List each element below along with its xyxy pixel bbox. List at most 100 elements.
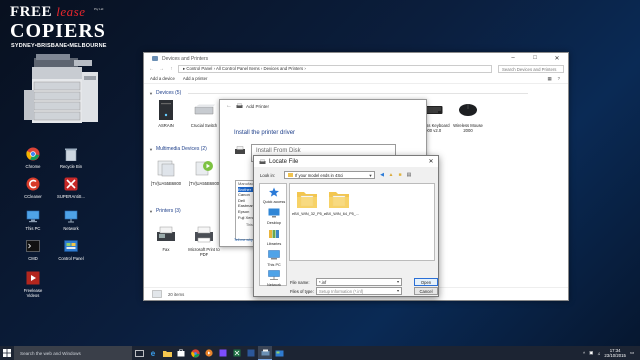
look-in-value: If your model ends in 4Sci	[295, 172, 344, 178]
multimedia-item[interactable]: [TV]UA55B6800	[148, 157, 184, 186]
files-of-type-select[interactable]: Setup Information (*.inf) ▼	[316, 287, 402, 295]
desktop-icon-freelease-videos[interactable]: Freelease Videos	[18, 270, 48, 298]
mouse-icon	[456, 99, 480, 121]
place-network[interactable]: Network	[260, 270, 288, 287]
view-menu-icon[interactable]: ▤	[406, 171, 412, 178]
back-arrow-icon[interactable]: ←	[148, 66, 155, 72]
windows-logo-icon	[3, 349, 11, 357]
chrome-icon	[25, 146, 41, 162]
desktop-icon-network[interactable]: Network	[56, 208, 86, 231]
search-input[interactable]: Search Devices and Printers	[498, 65, 564, 73]
superantispyware-icon	[63, 176, 79, 192]
window-titlebar[interactable]: Devices and Printers – □ ✕	[144, 53, 568, 64]
desktop-icon-label: CCleaner	[24, 194, 42, 199]
device-item[interactable]: Crucial Switch	[186, 99, 222, 128]
open-button[interactable]: Open	[414, 278, 438, 286]
edge-icon: e	[150, 348, 156, 358]
add-device-button[interactable]: Add a device	[150, 76, 175, 81]
up-folder-icon[interactable]: ▲	[388, 171, 394, 178]
place-libraries[interactable]: Libraries	[260, 229, 288, 246]
place-quick-access[interactable]: Quick access	[260, 187, 288, 204]
new-folder-icon[interactable]: ■	[397, 171, 403, 178]
locate-file-titlebar[interactable]: Locate File ✕	[254, 156, 438, 167]
folder-label: eBX_WIN_64_P5_...	[324, 211, 360, 216]
desktop-icon-chrome[interactable]: Chrome	[18, 146, 48, 169]
start-button[interactable]	[0, 346, 14, 360]
network-tray-icon[interactable]: ▣	[589, 350, 593, 356]
breadcrumb[interactable]: ▸ Control Panel › All Control Panel Item…	[178, 65, 492, 73]
devices-section-header[interactable]: ▼ Devices (5)	[149, 90, 529, 96]
up-arrow-icon[interactable]: ↑	[168, 66, 175, 72]
task-view-icon	[134, 349, 144, 357]
place-desktop[interactable]: Desktop	[260, 208, 288, 225]
device-item[interactable]: Wireless Mouse 2000	[450, 99, 486, 133]
brand-logo: FREE lease Pty Ltd COPIERS SYDNEY•BRISBA…	[10, 4, 110, 132]
printers-section-header[interactable]: ▼ Printers (3)	[149, 208, 181, 214]
desktop-icon-superantispyware[interactable]: SUPERAntiS...	[56, 176, 86, 199]
star-icon	[269, 187, 279, 197]
taskbar-word[interactable]	[244, 346, 258, 360]
cancel-button[interactable]: Cancel	[414, 287, 438, 295]
back-icon[interactable]: ◀	[379, 171, 385, 178]
minimize-icon[interactable]: –	[502, 55, 524, 62]
ccleaner-icon	[25, 176, 41, 192]
add-printer-button[interactable]: Add a printer	[183, 76, 208, 81]
chevron-down-icon: ▼	[368, 172, 373, 178]
help-icon[interactable]: ?	[558, 76, 560, 82]
printer-item[interactable]: Fax	[148, 223, 184, 252]
back-arrow-icon[interactable]: ←	[226, 103, 232, 109]
clock[interactable]: 17:34 23/10/2015	[604, 348, 626, 358]
taskbar-media[interactable]	[202, 346, 216, 360]
printer-small-icon	[236, 103, 243, 108]
control-panel-icon	[275, 350, 283, 356]
chevron-down-icon: ▼	[149, 146, 153, 152]
file-name-input[interactable]: *.inf ▼	[316, 278, 402, 286]
device-item[interactable]: ASRAIN	[148, 99, 184, 128]
desktop-icon-this-pc[interactable]: This PC	[18, 208, 48, 231]
taskbar-store[interactable]	[174, 346, 188, 360]
close-icon[interactable]: ✕	[424, 158, 438, 165]
recycle-bin-icon	[63, 146, 79, 162]
place-label: Libraries	[266, 241, 282, 246]
maximize-icon[interactable]: □	[524, 55, 546, 62]
look-in-select[interactable]: If your model ends in 4Sci ▼	[284, 171, 375, 179]
taskbar-edge[interactable]: e	[146, 346, 160, 360]
desktop-icon-label: Network	[63, 226, 79, 231]
wizard-titlebar[interactable]: ← Add Printer	[220, 100, 426, 112]
taskbar-devices-printers[interactable]	[258, 346, 272, 360]
desktop-icon-ccleaner[interactable]: CCleaner	[18, 176, 48, 199]
files-of-type-value: Setup Information (*.inf)	[319, 288, 364, 294]
network-icon	[63, 208, 79, 224]
taskbar-control-panel[interactable]	[272, 346, 286, 360]
place-label: This PC	[267, 262, 281, 267]
notifications-icon[interactable]: ▭	[630, 350, 634, 356]
file-list[interactable]: eBX_WIN_32_P5_... eBX_WIN_64_P5_...	[289, 183, 435, 261]
place-this-pc[interactable]: This PC	[260, 250, 288, 267]
taskbar-app[interactable]	[216, 346, 230, 360]
task-view-button[interactable]	[132, 346, 146, 360]
desktop-icon-recycle-bin[interactable]: Recycle Bin	[56, 146, 86, 169]
folder-item[interactable]: eBX_WIN_64_P5_...	[324, 188, 360, 216]
copier-image	[24, 54, 98, 123]
chevron-up-icon[interactable]: ^	[583, 351, 585, 356]
desktop-icon-cmd[interactable]: CMD	[18, 238, 48, 261]
view-options-icon[interactable]: ▦	[548, 76, 552, 82]
taskbar-explorer[interactable]	[160, 346, 174, 360]
taskbar-chrome[interactable]	[188, 346, 202, 360]
system-tray: ^ ▣ ♫ 17:34 23/10/2015 ▭	[583, 348, 640, 358]
printer-item[interactable]: Microsoft Print to PDF	[186, 223, 222, 257]
folder-item[interactable]: eBX_WIN_32_P5_...	[292, 188, 327, 216]
multimedia-item[interactable]: [TV]UA55B6800	[186, 157, 222, 186]
fax-icon	[154, 223, 178, 245]
desktop-icon-control-panel[interactable]: Control Panel	[56, 238, 86, 261]
volume-icon[interactable]: ♫	[597, 351, 600, 356]
close-icon[interactable]: ✕	[546, 55, 568, 62]
taskbar-excel[interactable]	[230, 346, 244, 360]
desktop-icon-label: CMD	[28, 256, 38, 261]
desktop-icon-label: Chrome	[25, 164, 41, 169]
multimedia-label: [TV]UA55B6800	[150, 181, 182, 186]
places-bar: Quick access Desktop Libraries This PC N…	[259, 183, 288, 287]
forward-arrow-icon[interactable]: →	[158, 66, 165, 72]
taskbar-search-input[interactable]: Search the web and Windows	[14, 346, 132, 360]
multimedia-section-header[interactable]: ▼ Multimedia Devices (2)	[149, 146, 207, 152]
